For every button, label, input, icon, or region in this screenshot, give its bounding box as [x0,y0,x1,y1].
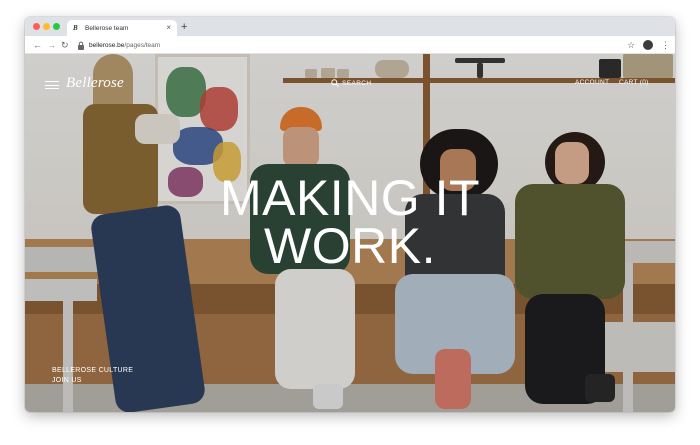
search-icon [331,79,339,87]
search-label: SEARCH [342,79,372,87]
url-bar[interactable]: bellerose.be/pages/team [77,38,617,52]
tab-title: Bellerose team [85,24,129,32]
star-icon[interactable]: ☆ [627,38,635,52]
zoom-window-button[interactable] [53,23,60,30]
account-link[interactable]: ACCOUNT [575,79,609,86]
url-path: /pages/team [124,41,161,49]
reload-icon[interactable]: ↻ [61,38,69,52]
back-arrow-icon[interactable]: ← [33,38,42,52]
lock-icon [78,41,84,50]
hero-headline: MAKING IT WORK. [25,170,675,274]
address-bar-row: ← → ↻ bellerose.be/pages/team ☆ ⋮ [25,36,675,54]
headline-line-2: WORK. [264,218,436,274]
cart-link[interactable]: CART (0) [619,79,649,86]
site-logo[interactable]: Bellerose [66,75,124,92]
tab-close-icon[interactable]: × [166,24,171,32]
hero-section: Bellerose SEARCH ACCOUNT CART (0) MAKING… [25,54,675,412]
profile-icon[interactable] [643,40,653,50]
kebab-menu-icon[interactable]: ⋮ [661,38,670,52]
hamburger-menu-icon[interactable] [45,81,59,90]
hero-footer-links: BELLEROSE CULTURE JOIN US [52,366,133,386]
url-text: bellerose.be/pages/team [89,42,160,49]
browser-tab[interactable]: B Bellerose team × [67,20,177,36]
tab-favicon-icon: B [73,24,78,32]
site-search[interactable]: SEARCH [331,79,372,87]
forward-arrow-icon[interactable]: → [47,38,56,52]
bellerose-culture-link[interactable]: BELLEROSE CULTURE [52,366,133,376]
new-tab-button[interactable]: + [181,20,187,34]
tab-strip: B Bellerose team × + [25,17,675,36]
browser-window: B Bellerose team × + ← → ↻ bellerose.be/… [25,17,675,412]
join-us-link[interactable]: JOIN US [52,376,133,386]
url-domain: bellerose.be [89,41,125,49]
close-window-button[interactable] [33,23,40,30]
minimize-window-button[interactable] [43,23,50,30]
headline-line-1: MAKING IT [219,170,481,226]
